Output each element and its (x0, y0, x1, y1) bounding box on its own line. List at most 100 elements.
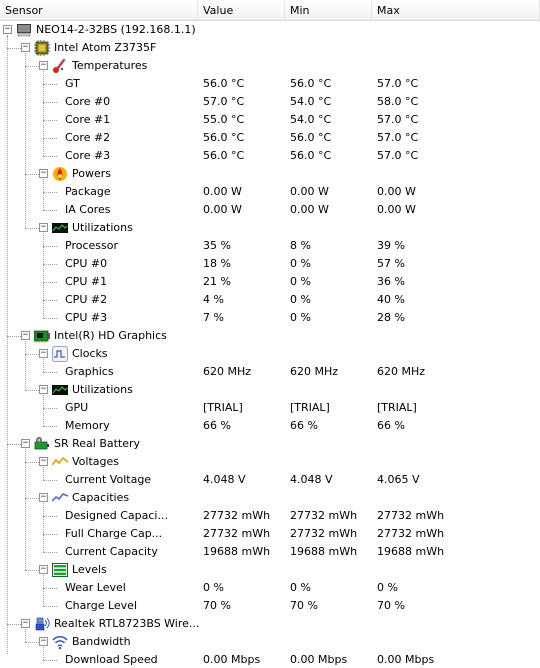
sensor-label: Core #3 (65, 149, 111, 162)
max-cell: 0.00 W (377, 203, 416, 216)
tree-group-row[interactable]: − Temperatures (0, 57, 540, 75)
sensor-row[interactable]: CPU #2 4 % 0 % 40 % (0, 291, 540, 309)
value-cell: 19688 mWh (203, 545, 271, 558)
sensor-tree[interactable]: − NEO14-2-32BS (192.168.1.1) − Intel Atom Z… (0, 21, 540, 668)
min-cell: 4.048 V (290, 473, 333, 486)
tree-group-row[interactable]: − Realtek RTL8723BS Wire... (0, 615, 540, 633)
sensor-row[interactable]: Charge Level 70 % 70 % 70 % (0, 597, 540, 615)
sensor-row[interactable]: Designed Capaci... 27732 mWh 27732 mWh 2773… (0, 507, 540, 525)
tree-group-row[interactable]: − Levels (0, 561, 540, 579)
max-cell: 57.0 °C (377, 77, 419, 90)
value-cell: 4.048 V (203, 473, 246, 486)
tree-group-row[interactable]: − Powers (0, 165, 540, 183)
value-cell: 56.0 °C (203, 131, 245, 144)
sensor-row[interactable]: Core #0 57.0 °C 54.0 °C 58.0 °C (0, 93, 540, 111)
network-adapter-icon (34, 616, 50, 632)
sensor-row[interactable]: Graphics 620 MHz 620 MHz 620 MHz (0, 363, 540, 381)
expand-collapse-toggle[interactable]: − (21, 619, 30, 628)
sensor-row[interactable]: IA Cores 0.00 W 0.00 W 0.00 W (0, 201, 540, 219)
sensor-label: Full Charge Cap... (65, 527, 163, 540)
expand-collapse-toggle[interactable]: − (39, 223, 48, 232)
column-header-value[interactable]: Value (198, 0, 285, 20)
tree-group-row[interactable]: − Utilizations (0, 219, 540, 237)
sensor-row[interactable]: GT 56.0 °C 56.0 °C 57.0 °C (0, 75, 540, 93)
min-cell: 56.0 °C (290, 131, 332, 144)
expand-collapse-toggle[interactable]: − (21, 331, 30, 340)
group-label: Intel Atom Z3735F (54, 41, 157, 54)
max-cell: 27732 mWh (377, 509, 445, 522)
sensor-label: CPU #3 (65, 311, 108, 324)
tree-group-row[interactable]: − SR Real Battery (0, 435, 540, 453)
min-cell: 0 % (290, 275, 311, 288)
expand-collapse-toggle[interactable]: − (21, 439, 30, 448)
column-header-min[interactable]: Min (285, 0, 372, 20)
sensor-label: GPU (65, 401, 89, 414)
max-cell: 57 % (377, 257, 405, 270)
max-cell: 4.065 V (377, 473, 420, 486)
min-cell: 0 % (290, 293, 311, 306)
group-label: Temperatures (72, 59, 148, 72)
expand-collapse-toggle[interactable]: − (39, 169, 48, 178)
max-cell: 0.00 Mbps (377, 653, 435, 666)
expand-collapse-toggle[interactable]: − (39, 349, 48, 358)
sensor-row[interactable]: Core #2 56.0 °C 56.0 °C 57.0 °C (0, 129, 540, 147)
expand-collapse-toggle[interactable]: − (39, 637, 48, 646)
column-header-max[interactable]: Max (372, 0, 540, 20)
sensor-row[interactable]: Wear Level 0 % 0 % 0 % (0, 579, 540, 597)
value-cell: 21 % (203, 275, 231, 288)
sensor-row[interactable]: Current Capacity 19688 mWh 19688 mWh 19688 … (0, 543, 540, 561)
expand-collapse-toggle[interactable]: − (21, 43, 30, 52)
column-header-sensor[interactable]: Sensor (0, 0, 198, 20)
tree-group-row[interactable]: − Utilizations (0, 381, 540, 399)
sensor-row[interactable]: GPU [TRIAL] [TRIAL] [TRIAL] (0, 399, 540, 417)
sensor-row[interactable]: Package 0.00 W 0.00 W 0.00 W (0, 183, 540, 201)
tree-group-row[interactable]: − Bandwidth (0, 633, 540, 651)
sensor-row[interactable]: CPU #1 21 % 0 % 36 % (0, 273, 540, 291)
group-label: Realtek RTL8723BS Wire... (54, 617, 200, 630)
expand-collapse-toggle[interactable]: − (39, 493, 48, 502)
clock-signal-icon (52, 346, 68, 362)
max-cell: 28 % (377, 311, 405, 324)
max-cell: [TRIAL] (377, 401, 417, 414)
min-cell: 56.0 °C (290, 149, 332, 162)
sensor-row[interactable]: CPU #0 18 % 0 % 57 % (0, 255, 540, 273)
max-cell: 19688 mWh (377, 545, 445, 558)
group-label: Voltages (72, 455, 119, 468)
sensor-row[interactable]: Full Charge Cap... 27732 mWh 27732 mWh 2773… (0, 525, 540, 543)
cpu-chip-icon (34, 40, 50, 56)
group-label: Intel(R) HD Graphics (54, 329, 167, 342)
sensor-row[interactable]: Download Speed 0.00 Mbps 0.00 Mbps 0.00 Mbp… (0, 651, 540, 668)
value-cell: 0.00 W (203, 185, 242, 198)
sensor-row[interactable]: Memory 66 % 66 % 66 % (0, 417, 540, 435)
expand-collapse-toggle[interactable]: − (3, 25, 12, 34)
sensor-row[interactable]: Core #3 56.0 °C 56.0 °C 57.0 °C (0, 147, 540, 165)
fire-icon (52, 166, 68, 182)
group-label: Capacities (72, 491, 130, 504)
tree-group-row[interactable]: − Capacities (0, 489, 540, 507)
sensor-row[interactable]: Current Voltage 4.048 V 4.048 V 4.065 V (0, 471, 540, 489)
min-cell: [TRIAL] (290, 401, 330, 414)
sensor-row[interactable]: Core #1 55.0 °C 54.0 °C 57.0 °C (0, 111, 540, 129)
graphics-card-icon (33, 328, 50, 344)
min-cell: 8 % (290, 239, 311, 252)
min-cell: 70 % (290, 599, 318, 612)
expand-collapse-toggle[interactable]: − (39, 457, 48, 466)
max-cell: 27732 mWh (377, 527, 445, 540)
expand-collapse-toggle[interactable]: − (39, 61, 48, 70)
tree-group-row[interactable]: − NEO14-2-32BS (192.168.1.1) (0, 21, 540, 39)
voltage-wave-icon (51, 454, 69, 470)
column-header: Sensor Value Min Max (0, 0, 540, 21)
expand-collapse-toggle[interactable]: − (39, 565, 48, 574)
sensor-label: Package (65, 185, 111, 198)
max-cell: 620 MHz (377, 365, 426, 378)
tree-group-row[interactable]: − Clocks (0, 345, 540, 363)
tree-group-row[interactable]: − Intel(R) HD Graphics (0, 327, 540, 345)
sensor-row[interactable]: CPU #3 7 % 0 % 28 % (0, 309, 540, 327)
tree-group-row[interactable]: − Voltages (0, 453, 540, 471)
value-cell: 18 % (203, 257, 231, 270)
value-cell: 4 % (203, 293, 224, 306)
sensor-row[interactable]: Processor 35 % 8 % 39 % (0, 237, 540, 255)
max-cell: 39 % (377, 239, 405, 252)
expand-collapse-toggle[interactable]: − (39, 385, 48, 394)
tree-group-row[interactable]: − Intel Atom Z3735F (0, 39, 540, 57)
